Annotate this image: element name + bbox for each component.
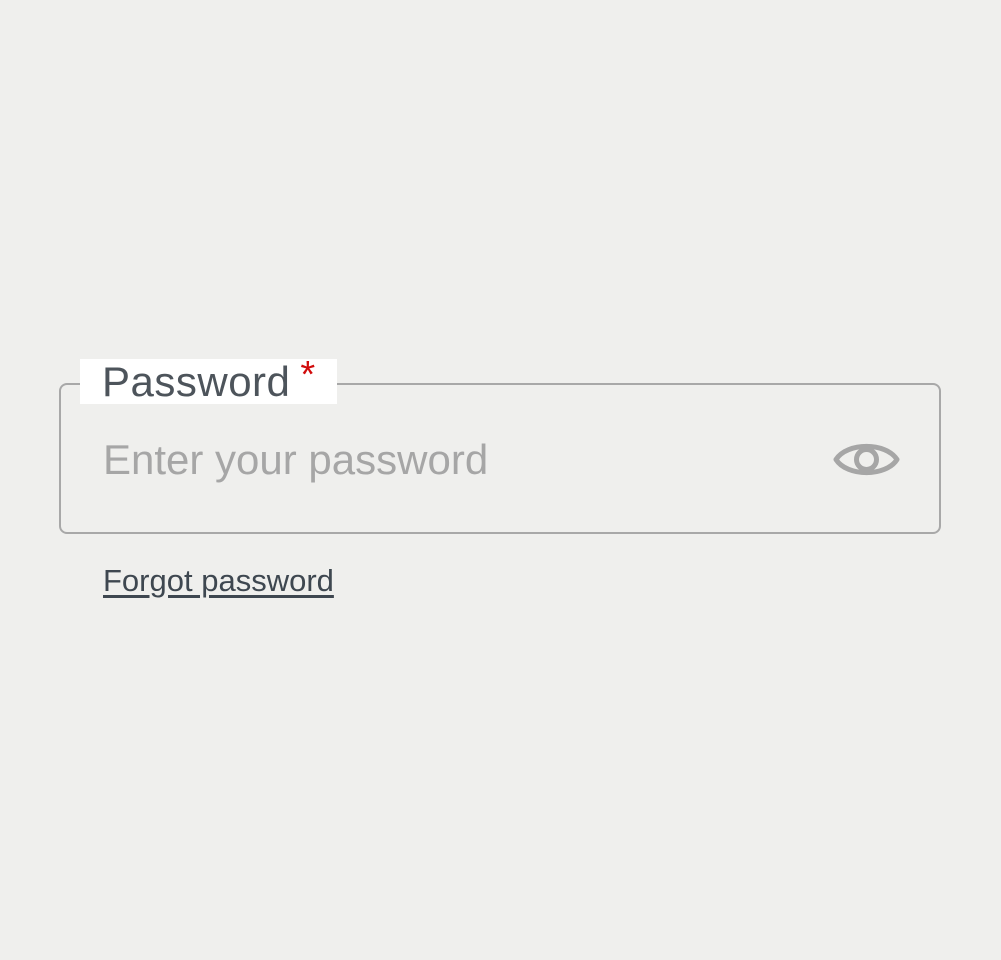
- required-marker: *: [300, 354, 316, 396]
- password-field-label: Password: [102, 357, 291, 405]
- toggle-password-visibility-button[interactable]: [833, 436, 900, 483]
- password-input[interactable]: [103, 430, 803, 490]
- forgot-password-link[interactable]: Forgot password: [103, 563, 334, 599]
- password-field-legend: Password *: [80, 354, 338, 405]
- eye-icon: [833, 444, 900, 475]
